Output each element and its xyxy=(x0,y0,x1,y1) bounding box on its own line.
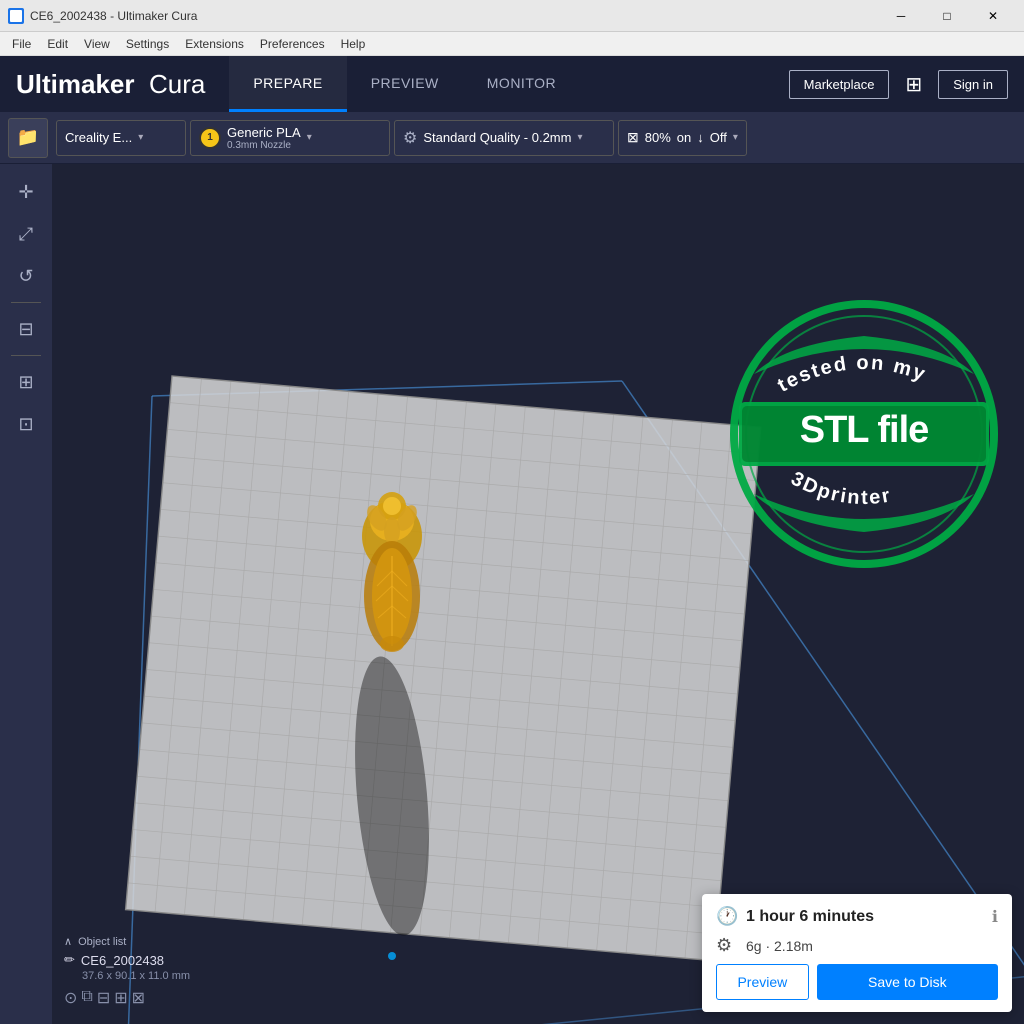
minimize-button[interactable]: ─ xyxy=(878,0,924,32)
scale-tool-button[interactable]: ⤢ xyxy=(8,216,44,252)
object-name: ✏ CE6_2002438 xyxy=(64,952,690,968)
menu-settings[interactable]: Settings xyxy=(118,35,177,53)
svg-text:tested on my: tested on my xyxy=(774,352,930,397)
menu-edit[interactable]: Edit xyxy=(39,35,76,53)
menu-bar: File Edit View Settings Extensions Prefe… xyxy=(0,32,1024,56)
object-list-label: Object list xyxy=(78,936,126,948)
obj-icon-5[interactable]: ⊠ xyxy=(132,988,145,1008)
menu-extensions[interactable]: Extensions xyxy=(177,35,252,53)
support-arrow-icon: ↓ xyxy=(697,130,704,145)
print-panel: 🕐 1 hour 6 minutes ℹ ⚙ 6g · 2.18m Previe… xyxy=(702,894,1012,1012)
material-selector[interactable]: 1 Generic PLA 0.3mm Nozzle ▾ xyxy=(190,120,390,156)
menu-file[interactable]: File xyxy=(4,35,39,53)
object-list-section: ∧ Object list ✏ CE6_2002438 37.6 x 90.1 … xyxy=(64,935,690,1012)
grid-icon-button[interactable]: ⊞ xyxy=(897,68,930,101)
folder-icon: 📁 xyxy=(17,127,39,148)
clock-icon: 🕐 xyxy=(716,906,738,927)
preview-button[interactable]: Preview xyxy=(716,964,809,1000)
left-toolbar: ✛ ⤢ ↺ ⊟ ⊞ ⊡ xyxy=(0,164,52,1024)
support-icon: ⊠ xyxy=(627,129,639,146)
info-icon[interactable]: ℹ xyxy=(992,907,998,927)
nav-tabs: PREPARE PREVIEW MONITOR xyxy=(229,56,788,112)
support-dropdown-icon: ▾ xyxy=(733,132,738,143)
nav-right: Marketplace ⊞ Sign in xyxy=(789,68,1008,101)
menu-view[interactable]: View xyxy=(76,35,118,53)
logo: Ultimaker Cura xyxy=(16,69,205,100)
logo-second: Cura xyxy=(149,69,205,99)
logo-text: Ultimaker Cura xyxy=(16,69,205,100)
print-material-row: ⚙ 6g · 2.18m xyxy=(716,935,998,956)
material-name: Generic PLA xyxy=(227,125,301,140)
object-list-header[interactable]: ∧ Object list xyxy=(64,935,690,948)
object-name-text: CE6_2002438 xyxy=(81,953,164,968)
content: ✛ ⤢ ↺ ⊟ ⊞ ⊡ xyxy=(0,164,1024,1024)
svg-text:3Dprinter: 3Dprinter xyxy=(787,468,893,509)
menu-help[interactable]: Help xyxy=(333,35,374,53)
title-bar-left: CE6_2002438 - Ultimaker Cura xyxy=(8,8,197,24)
quality-arrow-icon: ▾ xyxy=(577,132,582,143)
quality-label: Standard Quality - 0.2mm xyxy=(423,130,571,145)
support-off-label: Off xyxy=(710,130,727,145)
save-to-disk-button[interactable]: Save to Disk xyxy=(817,964,998,1000)
material-info: Generic PLA 0.3mm Nozzle xyxy=(227,125,301,151)
logo-first: Ultimaker xyxy=(16,69,135,99)
printer-arrow-icon: ▾ xyxy=(138,132,143,143)
material-nozzle: 0.3mm Nozzle xyxy=(227,140,291,151)
menu-preferences[interactable]: Preferences xyxy=(252,35,333,53)
svg-text:STL file: STL file xyxy=(800,409,929,451)
tab-monitor[interactable]: MONITOR xyxy=(463,56,580,112)
arrange-tool-button[interactable]: ⊞ xyxy=(8,364,44,400)
print-time-row: 🕐 1 hour 6 minutes ℹ xyxy=(716,906,998,927)
print-time: 1 hour 6 minutes xyxy=(746,908,984,926)
printer-name: Creality E... xyxy=(65,130,132,145)
mirror-tool-button[interactable]: ⊟ xyxy=(8,311,44,347)
support-on-label: on xyxy=(677,130,691,145)
toolbar: 📁 Creality E... ▾ 1 Generic PLA 0.3mm No… xyxy=(0,112,1024,164)
material-arrow-icon: ▾ xyxy=(307,132,312,143)
tab-prepare[interactable]: PREPARE xyxy=(229,56,346,112)
window-controls[interactable]: ─ □ ✕ xyxy=(878,0,1016,32)
obj-icon-1[interactable]: ⊙ xyxy=(64,988,77,1008)
open-folder-button[interactable]: 📁 xyxy=(8,118,48,158)
tool-separator-2 xyxy=(11,355,41,356)
material-badge: 1 xyxy=(199,127,221,149)
bottom-panel: ∧ Object list ✏ CE6_2002438 37.6 x 90.1 … xyxy=(52,914,1024,1024)
sign-in-button[interactable]: Sign in xyxy=(938,70,1008,99)
stl-stamp-svg: tested on my 3Dprinter STL file xyxy=(724,294,1004,574)
tool-separator-1 xyxy=(11,302,41,303)
app-icon xyxy=(8,8,24,24)
stl-stamp: tested on my 3Dprinter STL file xyxy=(724,294,1004,574)
printer-selector[interactable]: Creality E... ▾ xyxy=(56,120,186,156)
material-icon: ⚙ xyxy=(716,935,738,956)
support-label: 80% xyxy=(645,130,671,145)
viewport[interactable]: tested on my 3Dprinter STL file xyxy=(52,164,1024,1024)
object-dimensions: 37.6 x 90.1 x 11.0 mm xyxy=(82,970,690,982)
print-actions: Preview Save to Disk xyxy=(716,964,998,1000)
close-button[interactable]: ✕ xyxy=(970,0,1016,32)
marketplace-button[interactable]: Marketplace xyxy=(789,70,890,99)
tab-preview[interactable]: PREVIEW xyxy=(347,56,463,112)
title-bar-text: CE6_2002438 - Ultimaker Cura xyxy=(30,9,197,23)
object-list-collapse-icon: ∧ xyxy=(64,935,72,948)
obj-icon-4[interactable]: ⊞ xyxy=(114,988,127,1008)
edit-icon: ✏ xyxy=(64,952,75,968)
obj-icon-2[interactable]: ⧉ xyxy=(81,988,92,1008)
settings-icon: ⚙ xyxy=(403,128,417,148)
app: Ultimaker Cura PREPARE PREVIEW MONITOR M… xyxy=(0,56,1024,1024)
obj-icon-3[interactable]: ⊟ xyxy=(97,988,110,1008)
object-icons: ⊙ ⧉ ⊟ ⊞ ⊠ xyxy=(64,988,690,1008)
move-tool-button[interactable]: ✛ xyxy=(8,174,44,210)
quality-selector[interactable]: ⚙ Standard Quality - 0.2mm ▾ xyxy=(394,120,614,156)
support-selector[interactable]: ⊠ 80% on ↓ Off ▾ xyxy=(618,120,747,156)
maximize-button[interactable]: □ xyxy=(924,0,970,32)
rotate-tool-button[interactable]: ↺ xyxy=(8,258,44,294)
print-material: 6g · 2.18m xyxy=(746,938,813,954)
top-nav: Ultimaker Cura PREPARE PREVIEW MONITOR M… xyxy=(0,56,1024,112)
per-model-button[interactable]: ⊡ xyxy=(8,406,44,442)
title-bar: CE6_2002438 - Ultimaker Cura ─ □ ✕ xyxy=(0,0,1024,32)
